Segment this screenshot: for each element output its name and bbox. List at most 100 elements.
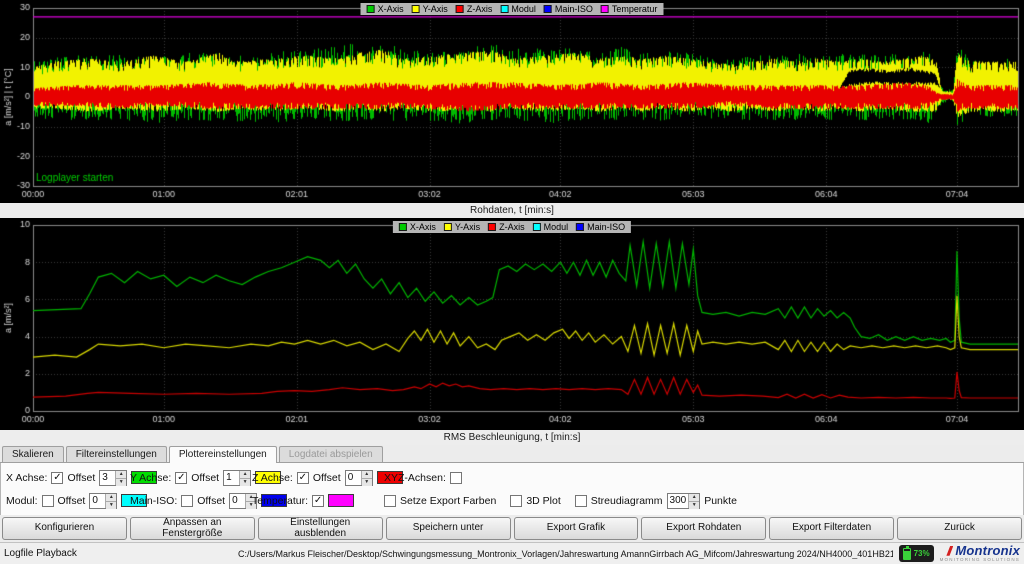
modul-label: Modul: [6,495,38,507]
legend-color-swatch [576,223,584,231]
main-iso-control: Main-ISO: Offset 0▲▼ [130,493,252,509]
export-farben-control: Setze Export Farben [384,495,496,507]
main-iso-label: Main-ISO: [130,495,177,507]
spin-down-icon[interactable]: ▼ [240,479,250,486]
tab-filtereinstellungen[interactable]: Filtereinstellungen [66,446,167,462]
main-iso-offset-label: Offset [197,495,225,507]
legend-color-swatch [533,223,541,231]
xyz-axes-label: XYZ-Achsen: [384,472,446,484]
x-axis-control: X Achse: Offset 3▲▼ [6,470,130,486]
streudiagramm-punkte-spinner[interactable]: 300▲▼ [667,493,701,509]
rms-plot[interactable]: X-AxisY-AxisZ-AxisModulMain-ISO [0,218,1024,430]
z-axis-checkbox[interactable] [297,472,309,484]
legend-color-swatch [444,223,452,231]
x-axis-offset-label: Offset [67,472,95,484]
tab-skalieren[interactable]: Skalieren [2,446,64,462]
3d-plot-checkbox[interactable] [510,495,522,507]
status-mode-label: Logfile Playback [4,548,232,559]
legend-item: Y-Axis [408,4,452,14]
spin-down-icon[interactable]: ▼ [106,502,116,509]
3d-plot-control: 3D Plot [510,495,560,507]
spin-up-icon[interactable]: ▲ [116,471,126,479]
export-rohdaten-button[interactable]: Export Rohdaten [641,517,766,540]
status-bar: Logfile Playback C:/Users/Markus Fleisch… [0,542,1024,564]
temperatur-control: Temperatur: [252,494,370,507]
plotter-settings-panel: X Achse: Offset 3▲▼ Y Achse: Offset 1▲▼ … [0,463,1024,515]
rms-legend: X-AxisY-AxisZ-AxisModulMain-ISO [393,221,631,233]
action-button-bar: Konfigurieren Anpassen an Fenstergröße E… [0,515,1024,542]
temperatur-checkbox[interactable] [312,495,324,507]
y-axis-label: Y Achse: [130,472,171,484]
speichern-unter-button[interactable]: Speichern unter [386,517,511,540]
spin-up-icon[interactable]: ▲ [240,471,250,479]
spin-up-icon[interactable]: ▲ [689,494,699,502]
modul-offset-spinner[interactable]: 0▲▼ [89,493,117,509]
spin-up-icon[interactable]: ▲ [106,494,116,502]
zurueck-button[interactable]: Zurück [897,517,1022,540]
z-axis-offset-label: Offset [313,472,341,484]
spin-up-icon[interactable]: ▲ [362,471,372,479]
x-axis-offset-spinner[interactable]: 3▲▼ [99,470,127,486]
battery-indicator: 73% [899,545,934,562]
montronix-logo: Montronix MONITORING SOLUTIONS [940,544,1020,563]
temperatur-color-swatch[interactable] [328,494,354,507]
legend-color-swatch [488,223,496,231]
modul-control: Modul: Offset 0▲▼ [6,493,130,509]
modul-offset-label: Offset [58,495,86,507]
y-axis-control: Y Achse: Offset 1▲▼ [130,470,252,486]
y-axis-checkbox[interactable] [175,472,187,484]
extra-settings-row: Modul: Offset 0▲▼ Main-ISO: Offset 0▲▼ T… [6,489,1018,512]
battery-icon [903,548,911,560]
x-axis-checkbox[interactable] [51,472,63,484]
z-axis-label: Z Achse: [252,472,293,484]
battery-percentage: 73% [914,549,930,558]
3d-plot-label: 3D Plot [526,495,560,507]
xyz-axes-control: XYZ-Achsen: [384,472,462,484]
xyz-axes-checkbox[interactable] [450,472,462,484]
spin-down-icon[interactable]: ▼ [689,502,699,509]
legend-item: Main-ISO [540,4,597,14]
streudiagramm-punkte-label: Punkte [704,495,737,507]
export-grafik-button[interactable]: Export Grafik [514,517,639,540]
streudiagramm-label: Streudiagramm [591,495,663,507]
modul-checkbox[interactable] [42,495,54,507]
legend-color-swatch [601,5,609,13]
legend-item: Y-Axis [440,222,484,232]
spin-down-icon[interactable]: ▼ [362,479,372,486]
rohdaten-canvas[interactable] [0,0,1024,203]
einstellungen-ausblenden-button[interactable]: Einstellungen ausblenden [258,517,383,540]
x-axis-label: X Achse: [6,472,47,484]
legend-color-swatch [544,5,552,13]
main-iso-checkbox[interactable] [181,495,193,507]
streudiagramm-checkbox[interactable] [575,495,587,507]
legend-color-swatch [367,5,375,13]
logo-accent-icon [946,546,953,556]
rohdaten-axis-title: Rohdaten, t [min:s] [0,203,1024,218]
logfile-path: C:/Users/Markus Fleischer/Desktop/Schwin… [238,549,893,559]
legend-item: Modul [496,4,540,14]
temperatur-label: Temperatur: [252,495,308,507]
legend-item: Z-Axis [484,222,529,232]
z-axis-control: Z Achse: Offset 0▲▼ [252,470,370,486]
export-farben-label: Setze Export Farben [400,495,496,507]
legend-item: Main-ISO [572,222,629,232]
rohdaten-plot[interactable]: X-AxisY-AxisZ-AxisModulMain-ISOTemperatu… [0,0,1024,203]
y-axis-offset-label: Offset [191,472,219,484]
export-filterdaten-button[interactable]: Export Filterdaten [769,517,894,540]
legend-color-swatch [456,5,464,13]
spin-down-icon[interactable]: ▼ [116,479,126,486]
tab-logdatei-abspielen: Logdatei abspielen [279,446,383,462]
z-axis-offset-spinner[interactable]: 0▲▼ [345,470,373,486]
rms-canvas[interactable] [0,218,1024,430]
y-axis-offset-spinner[interactable]: 1▲▼ [223,470,251,486]
legend-item: X-Axis [363,4,408,14]
tab-plottereinstellungen[interactable]: Plottereinstellungen [169,446,277,463]
legend-color-swatch [412,5,420,13]
anpassen-fenstergroesse-button[interactable]: Anpassen an Fenstergröße [130,517,255,540]
app-window: X-AxisY-AxisZ-AxisModulMain-ISOTemperatu… [0,0,1024,564]
axis-settings-row: X Achse: Offset 3▲▼ Y Achse: Offset 1▲▼ … [6,466,1018,489]
status-right-cluster: 73% Montronix MONITORING SOLUTIONS [899,544,1020,563]
rms-axis-title: RMS Beschleunigung, t [min:s] [0,430,1024,445]
konfigurieren-button[interactable]: Konfigurieren [2,517,127,540]
export-farben-checkbox[interactable] [384,495,396,507]
